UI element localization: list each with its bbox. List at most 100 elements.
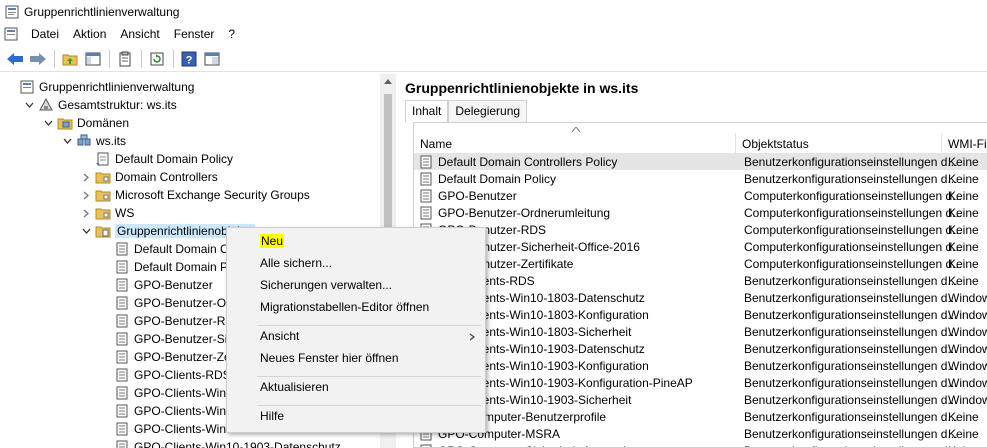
table-row[interactable]: Default Domain Controllers Policy Benutze… xyxy=(414,153,987,170)
table-row[interactable]: Default Domain Policy Benutzerkonfigurati… xyxy=(414,170,987,187)
cell-objektstatus: Benutzerkonfigurationseinstellungen d... xyxy=(744,426,958,441)
menu-ansicht[interactable]: Ansicht xyxy=(113,24,166,44)
context-menu-item[interactable]: Sicherungen verwalten... xyxy=(260,278,392,292)
context-menu-item[interactable]: Alle sichern... xyxy=(260,256,332,270)
cell-objektstatus: Benutzerkonfigurationseinstellungen d... xyxy=(744,341,958,356)
tree-item-label: GPO-Benutzer xyxy=(134,278,213,292)
tree-item[interactable]: GPO-Clients-Win10-1903-Datenschutz xyxy=(99,438,341,448)
cell-objektstatus: Benutzerkonfigurationseinstellungen d... xyxy=(744,171,958,186)
cell-name: GPO-Computer-Sicherheit-Anwendungen xyxy=(418,443,659,447)
table-row[interactable]: GPO-Clients-Win10-1903-Konfiguration Benu… xyxy=(414,357,987,374)
gpo-icon xyxy=(116,368,128,382)
tree-item[interactable]: GPO-Benutzer-RDS xyxy=(99,312,242,330)
folder-up-button[interactable] xyxy=(59,48,81,70)
tree-item[interactable]: WS xyxy=(80,204,134,222)
table-row[interactable]: GPO-Clients-RDS Benutzerkonfigurationsein… xyxy=(414,272,987,289)
ou-folder-icon xyxy=(95,172,111,184)
table-row[interactable]: GPO-Clients-Win10-1903-Sicherheit Benutze… xyxy=(414,391,987,408)
table-row[interactable]: GPO-Clients-Win10-1803-Sicherheit Benutze… xyxy=(414,323,987,340)
system-menu-icon[interactable] xyxy=(4,27,18,41)
tree-item[interactable]: GPO-Benutzer-Zerti xyxy=(99,348,241,366)
table-row[interactable]: GPO-Benutzer-RDS Computerkonfigurationsei… xyxy=(414,221,987,238)
chevron-down-icon[interactable] xyxy=(23,99,35,111)
chevron-down-icon[interactable] xyxy=(61,135,73,147)
tree-item[interactable]: GPO-Clients-Win10 xyxy=(99,384,239,402)
chevron-right-icon[interactable] xyxy=(80,189,92,201)
table-row[interactable]: GPO-Clients-Win10-1803-Datenschutz Benutz… xyxy=(414,289,987,306)
back-icon xyxy=(7,52,23,65)
tree-item-label: Domain Controllers xyxy=(115,170,218,184)
gpo-icon xyxy=(420,189,432,202)
gpo-list[interactable]: Name Objektstatus WMI-Filt Default Domai… xyxy=(413,122,987,448)
tree-item[interactable]: Domain Controllers xyxy=(80,168,218,186)
column-header-objektstatus[interactable]: Objektstatus xyxy=(736,133,942,155)
tree-item[interactable]: GPO-Benutzer-Ordr xyxy=(99,294,241,312)
cell-wmi-filter: Window xyxy=(948,375,987,390)
ou-folder-icon xyxy=(95,190,111,202)
chevron-right-icon[interactable] xyxy=(80,207,92,219)
column-header-wmi-filter[interactable]: WMI-Filt xyxy=(942,133,987,155)
context-menu-item[interactable]: Migrationstabellen-Editor öffnen xyxy=(260,300,429,314)
tree-item-label: Microsoft Exchange Security Groups xyxy=(115,188,310,202)
show-hide-tree-button[interactable] xyxy=(82,48,104,70)
cell-wmi-filter: Window xyxy=(948,324,987,339)
menu-fenster[interactable]: Fenster xyxy=(167,24,222,44)
menu-separator xyxy=(257,376,481,377)
gpo-icon xyxy=(116,440,128,448)
tree-item[interactable]: Default Domain Poli xyxy=(99,258,240,276)
chevron-down-icon[interactable] xyxy=(80,225,92,237)
help-button[interactable]: ? xyxy=(178,48,200,70)
tab-inhalt[interactable]: Inhalt xyxy=(405,100,449,122)
table-row[interactable]: GPO-Computer-Benutzerprofile Benutzerkonf… xyxy=(414,408,987,425)
menu-help[interactable]: ? xyxy=(221,24,242,44)
context-menu-item[interactable]: Hilfe xyxy=(260,409,284,423)
table-row[interactable]: GPO-Computer-MSRA Benutzerkonfigurationse… xyxy=(414,425,987,442)
menu-aktion[interactable]: Aktion xyxy=(66,24,113,44)
column-header-name[interactable]: Name xyxy=(414,133,736,155)
tree-item[interactable]: GPO-Benutzer xyxy=(99,276,213,294)
tree-item[interactable]: Microsoft Exchange Security Groups xyxy=(80,186,310,204)
tree-item[interactable]: Default Domain Co xyxy=(99,240,235,258)
refresh-button[interactable] xyxy=(146,48,168,70)
tree-item[interactable]: ws.its xyxy=(61,132,126,150)
chevron-down-icon[interactable] xyxy=(42,117,54,129)
tree-item[interactable]: GPO-Clients-RDS xyxy=(99,366,231,384)
expander-placeholder xyxy=(99,243,111,255)
tree-item[interactable]: GPO-Clients-Win10 xyxy=(99,402,239,420)
cell-objektstatus: Benutzerkonfigurationseinstellungen d... xyxy=(744,375,958,390)
chevron-right-icon[interactable] xyxy=(80,171,92,183)
forward-button[interactable] xyxy=(27,48,49,70)
context-menu-item[interactable]: Neu xyxy=(260,234,285,248)
table-row[interactable]: GPO-Computer-Sicherheit-Anwendungen Benut… xyxy=(414,442,987,447)
tree-item[interactable]: Default Domain Policy xyxy=(80,150,233,168)
table-row[interactable]: GPO-Benutzer Computerkonfigurationseinste… xyxy=(414,187,987,204)
context-menu-item[interactable]: Neues Fenster hier öffnen xyxy=(260,351,399,365)
tab-strip: Inhalt Delegierung xyxy=(405,100,528,122)
menu-datei[interactable]: Datei xyxy=(24,24,66,44)
snapin-button[interactable] xyxy=(201,48,223,70)
table-row[interactable]: GPO-Benutzer-Sicherheit-Office-2016 Compu… xyxy=(414,238,987,255)
context-menu-item[interactable]: Ansicht xyxy=(260,329,299,343)
cell-objektstatus: Computerkonfigurationseinstellungen d... xyxy=(744,256,963,271)
cell-name: GPO-Benutzer xyxy=(418,188,517,204)
domain-icon xyxy=(77,134,91,146)
menu-bar: Datei Aktion Ansicht Fenster ? xyxy=(0,24,987,44)
table-row[interactable]: GPO-Benutzer-Zertifikate Computerkonfigur… xyxy=(414,255,987,272)
tree-item[interactable]: Domänen xyxy=(42,114,129,132)
tab-delegierung[interactable]: Delegierung xyxy=(448,100,528,122)
table-row[interactable]: GPO-Clients-Win10-1803-Konfiguration Benu… xyxy=(414,306,987,323)
table-row[interactable]: GPO-Benutzer-Ordnerumleitung Computerkonf… xyxy=(414,204,987,221)
scroll-up-arrow[interactable] xyxy=(384,79,392,84)
table-row[interactable]: GPO-Clients-Win10-1903-Datenschutz Benutz… xyxy=(414,340,987,357)
menu-separator xyxy=(257,325,481,326)
tree-item[interactable]: Gesamtstruktur: ws.its xyxy=(23,96,177,114)
gpo-name: Default Domain Policy xyxy=(438,171,557,186)
tree-item[interactable]: Gruppenrichtlinienverwaltung xyxy=(4,78,194,96)
tree-item[interactable]: GPO-Benutzer-Sich xyxy=(99,330,240,348)
cell-objektstatus: Computerkonfigurationseinstellungen d... xyxy=(744,239,963,254)
context-menu-item[interactable]: Aktualisieren xyxy=(260,380,329,394)
back-button[interactable] xyxy=(4,48,26,70)
expander-placeholder xyxy=(99,387,111,399)
properties-button[interactable] xyxy=(114,48,136,70)
table-row[interactable]: GPO-Clients-Win10-1903-Konfiguration-Pin… xyxy=(414,374,987,391)
